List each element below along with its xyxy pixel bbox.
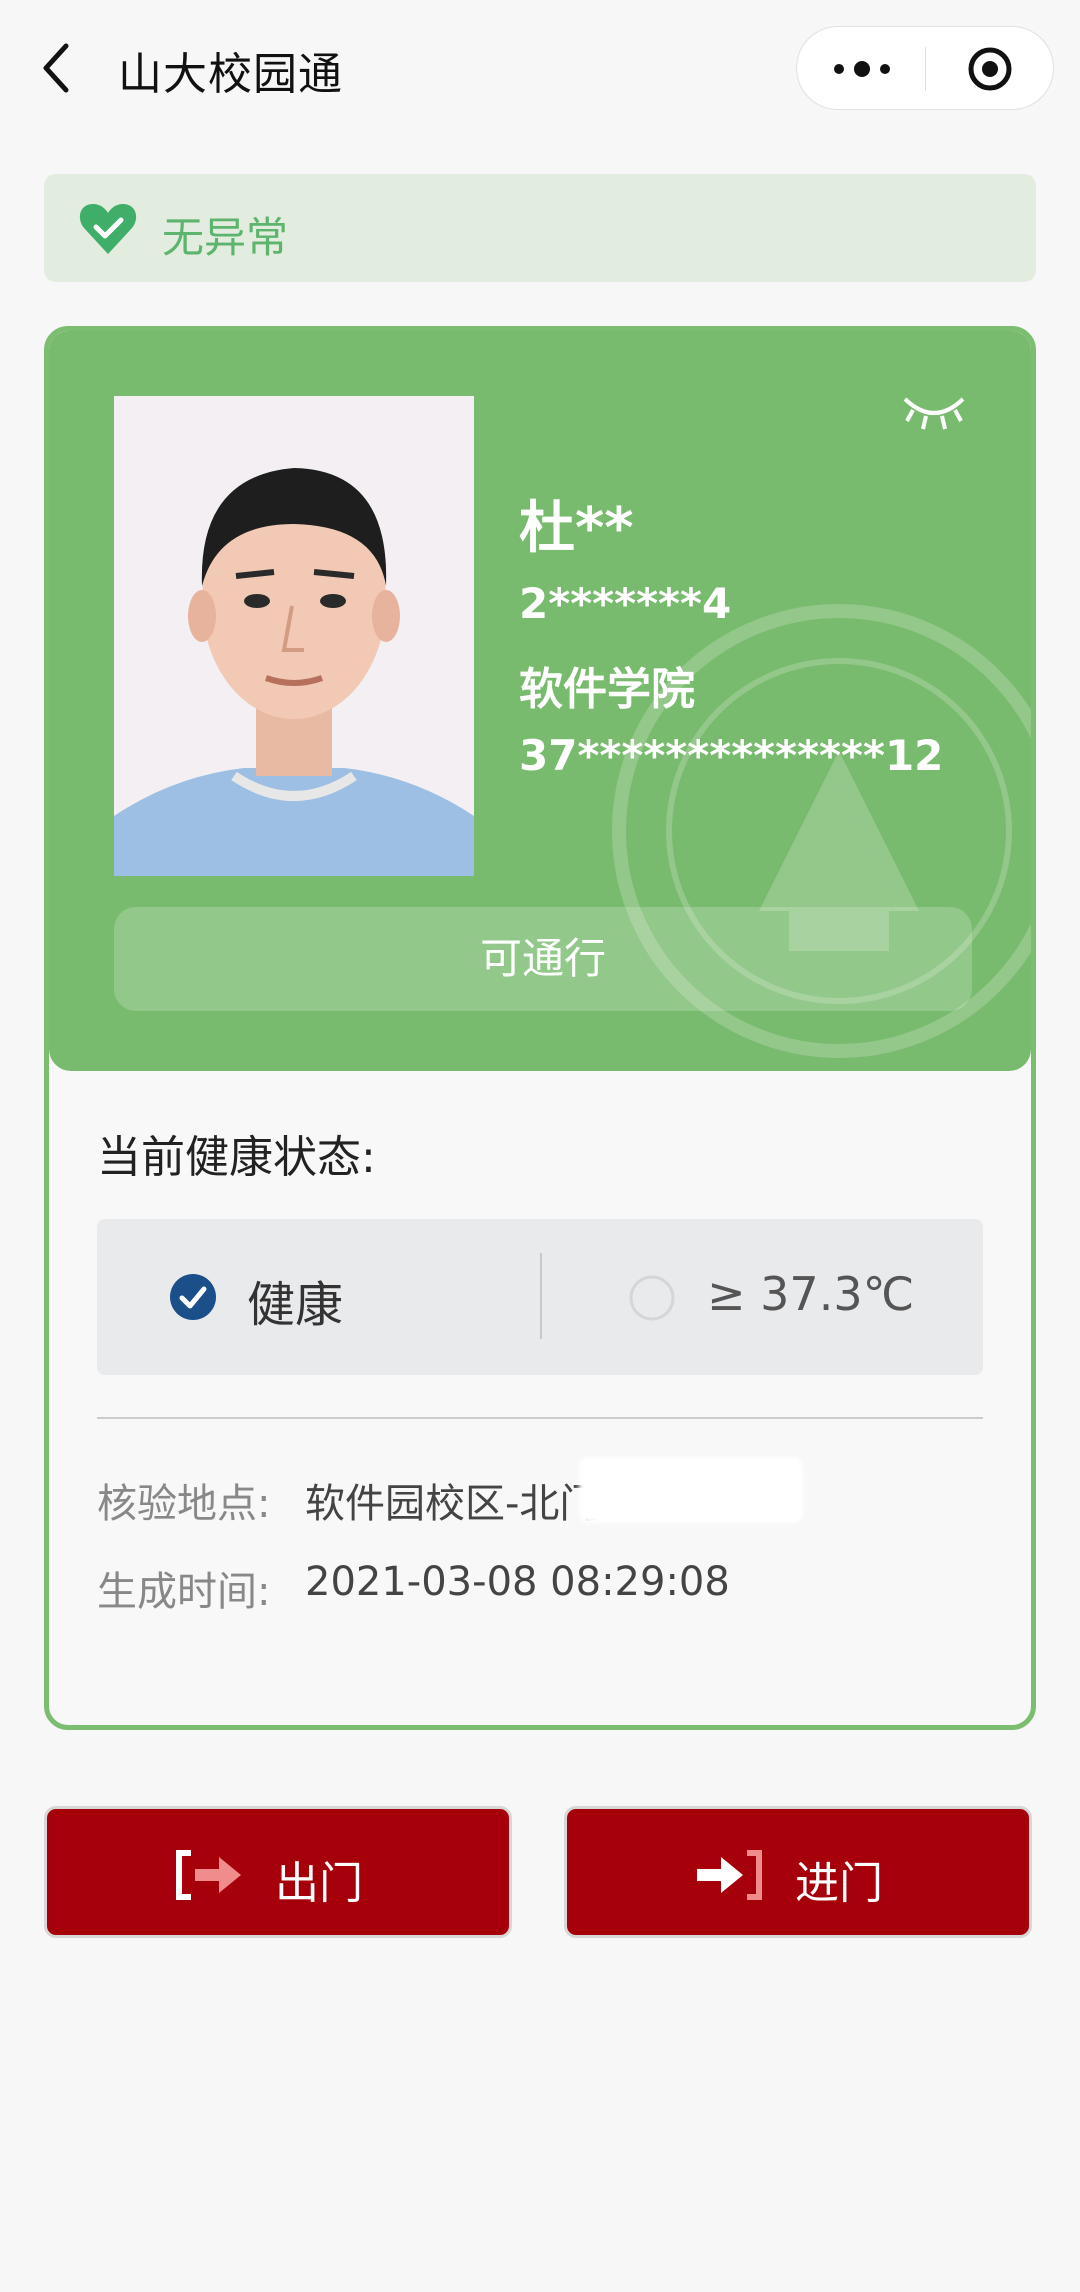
enter-label: 进门 [795, 1858, 883, 1909]
more-dots-icon[interactable] [827, 49, 897, 89]
exit-label: 出门 [275, 1858, 363, 1909]
status-banner: 无异常 [44, 174, 1036, 282]
exit-door-icon [176, 1850, 241, 1900]
divider-line [97, 1417, 983, 1419]
campus-pass-card: 杜** 2*******4 软件学院 37**************12 可通… [44, 326, 1036, 1730]
app-title: 山大校园通 [118, 49, 343, 100]
back-arrow-icon[interactable] [36, 40, 80, 96]
enter-button[interactable]: 进门 [564, 1806, 1032, 1938]
heart-check-icon [79, 204, 137, 254]
card-header: 杜** 2*******4 软件学院 37**************12 可通… [49, 331, 1031, 1071]
location-value: 软件园校区-北门 [305, 1481, 600, 1527]
pass-status-button[interactable]: 可通行 [114, 907, 972, 1011]
radio-divider [540, 1253, 542, 1339]
exit-button[interactable]: 出门 [44, 1806, 512, 1938]
location-label: 核验地点: [97, 1481, 271, 1527]
check-circle-icon[interactable] [169, 1273, 217, 1321]
option-fever[interactable]: ≥ 37.3℃ [707, 1267, 914, 1321]
redaction-mask [579, 1457, 803, 1523]
menu-capsule [796, 26, 1054, 110]
option-healthy[interactable]: 健康 [247, 1265, 343, 1335]
health-radio-group: 健康 ≥ 37.3℃ [97, 1219, 983, 1375]
id-number: 37**************12 [519, 731, 944, 780]
title-bar: 山大校园通 [0, 0, 1080, 136]
student-id: 2*******4 [519, 579, 732, 628]
target-icon[interactable] [965, 47, 1015, 91]
status-text: 无异常 [162, 213, 289, 262]
college-name: 软件学院 [519, 664, 695, 715]
person-name: 杜** [519, 496, 634, 561]
profile-photo [114, 396, 474, 876]
radio-empty-icon[interactable] [627, 1273, 677, 1323]
capsule-divider [925, 47, 926, 91]
enter-door-icon [697, 1850, 762, 1900]
health-status-label: 当前健康状态: [97, 1132, 376, 1183]
eye-closed-icon[interactable] [899, 387, 969, 437]
time-label: 生成时间: [97, 1569, 271, 1615]
time-value: 2021-03-08 08:29:08 [305, 1559, 730, 1605]
